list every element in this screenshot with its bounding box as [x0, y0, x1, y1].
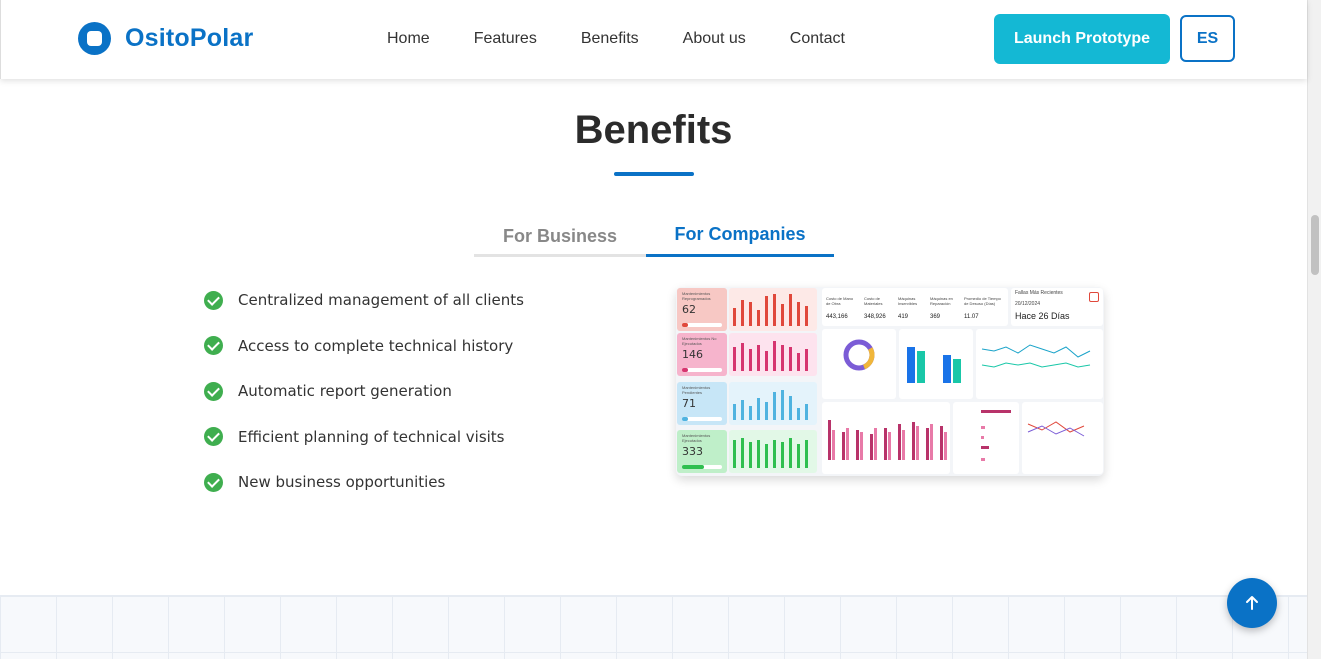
stats-panel: Costo de Mano de Obra 443,166 Costo de M…	[822, 288, 1008, 326]
donut-chart-panel	[822, 329, 896, 399]
mini-bar-chart	[729, 288, 817, 331]
stat-label: Costo de Mano de Obra	[826, 296, 854, 306]
kpi-label: Mantenimientos Ejecutados	[682, 433, 711, 443]
brand-name: OsitoPolar	[125, 24, 254, 52]
stat-label: Promedio de Tiempo de Desuso (Días)	[964, 296, 1001, 306]
kpi-label: Mantenimientos Pendientes	[682, 385, 711, 395]
bar-chart-panel	[899, 329, 973, 399]
benefit-text: New business opportunities	[238, 473, 446, 491]
mini-bar-chart	[729, 333, 817, 376]
nav-home[interactable]: Home	[387, 30, 430, 48]
kpi-card: Mantenimientos Pendientes 71	[677, 382, 727, 425]
back-to-top-button[interactable]	[1227, 578, 1277, 628]
kpi-bar	[682, 368, 722, 372]
kpi-bar	[682, 323, 722, 327]
tab-for-companies[interactable]: For Companies	[646, 215, 834, 257]
mini-bar-chart	[729, 382, 817, 425]
check-circle-icon	[204, 472, 223, 492]
dashboard-preview-image: Mantenimientos Reprogramados 62 Mantenim…	[676, 287, 1104, 476]
kpi-value: 146	[682, 348, 703, 361]
list-item: Efficient planning of technical visits	[204, 427, 524, 447]
check-circle-icon	[204, 427, 223, 446]
stat-value: 419	[898, 314, 909, 320]
stat-label: Máquinas Inservibles	[898, 296, 918, 306]
stat-label: Máquinas en Reparación	[930, 296, 953, 306]
kpi-card: Mantenimientos Ejecutados 333	[677, 430, 727, 473]
benefit-text: Efficient planning of technical visits	[238, 427, 505, 446]
mini-bar-chart	[729, 430, 817, 473]
benefit-tabs: For Business For Companies	[474, 215, 834, 257]
kpi-bar	[682, 417, 722, 421]
list-item: New business opportunities	[204, 472, 524, 492]
title-underline	[614, 172, 694, 176]
kpi-label: Mantenimientos Reprogramados	[682, 291, 711, 301]
kpi-card: Mantenimientos Reprogramados 62	[677, 288, 727, 331]
recent-failures-panel: Fallas Más Recientes 20/12/2024 Hace 26 …	[1011, 288, 1103, 326]
arrow-up-icon	[1246, 596, 1258, 610]
page-scrollbar[interactable]	[1307, 0, 1321, 659]
check-circle-icon	[204, 336, 223, 355]
benefit-text: Access to complete technical history	[238, 336, 514, 355]
benefits-list: Centralized management of all clients Ac…	[204, 290, 524, 518]
kpi-bar	[682, 465, 722, 469]
nav-contact[interactable]: Contact	[790, 30, 845, 48]
bar-chart	[907, 347, 961, 383]
brand-logo[interactable]: OsitoPolar	[78, 22, 253, 55]
section-title: Benefits	[574, 108, 733, 152]
check-circle-icon	[204, 290, 223, 310]
nav-about-us[interactable]: About us	[683, 30, 746, 48]
nav-features[interactable]: Features	[474, 30, 537, 48]
scrollbar-thumb[interactable]	[1311, 215, 1319, 275]
recent-label: Fallas Más Recientes	[1015, 290, 1063, 296]
calendar-icon	[1089, 292, 1099, 302]
line-chart	[981, 344, 1091, 368]
benefit-text: Centralized management of all clients	[238, 291, 524, 309]
recent-value: Hace 26 Días	[1015, 311, 1070, 321]
kpi-value: 333	[682, 445, 703, 458]
multi-line-panel	[1022, 402, 1103, 474]
grouped-bar-panel	[822, 402, 950, 474]
hbar-chart-panel	[953, 402, 1019, 474]
launch-prototype-button[interactable]: Launch Prototype	[994, 14, 1170, 64]
list-item: Access to complete technical history	[204, 336, 524, 356]
kpi-card: Mantenimientos No Ejecutados 146	[677, 333, 727, 376]
main-nav: Home Features Benefits About us Contact	[387, 30, 845, 48]
line-chart-panel	[976, 329, 1103, 399]
hbar-chart	[981, 410, 1011, 461]
grouped-bar-chart	[828, 420, 947, 460]
kpi-value: 62	[682, 303, 696, 316]
stat-value: 11.07	[964, 314, 979, 320]
benefit-text: Automatic report generation	[238, 382, 452, 400]
recent-date: 20/12/2024	[1015, 301, 1041, 307]
kpi-label: Mantenimientos No Ejecutados	[682, 336, 717, 346]
list-item: Automatic report generation	[204, 381, 524, 401]
check-circle-icon	[204, 381, 223, 401]
stat-value: 369	[930, 314, 941, 320]
site-header: OsitoPolar Home Features Benefits About …	[0, 0, 1307, 79]
list-item: Centralized management of all clients	[204, 290, 524, 310]
tab-for-business[interactable]: For Business	[474, 215, 646, 257]
next-section-background	[0, 595, 1307, 659]
logo-icon	[78, 22, 111, 55]
stat-value: 348,926	[864, 314, 886, 320]
stat-value: 443,166	[826, 314, 848, 320]
nav-benefits[interactable]: Benefits	[581, 30, 639, 48]
stat-label: Costo de Materiales	[864, 296, 883, 306]
language-toggle-button[interactable]: ES	[1180, 15, 1235, 62]
kpi-value: 71	[682, 397, 696, 410]
multi-line-chart	[1027, 421, 1085, 437]
donut-chart	[843, 339, 875, 371]
